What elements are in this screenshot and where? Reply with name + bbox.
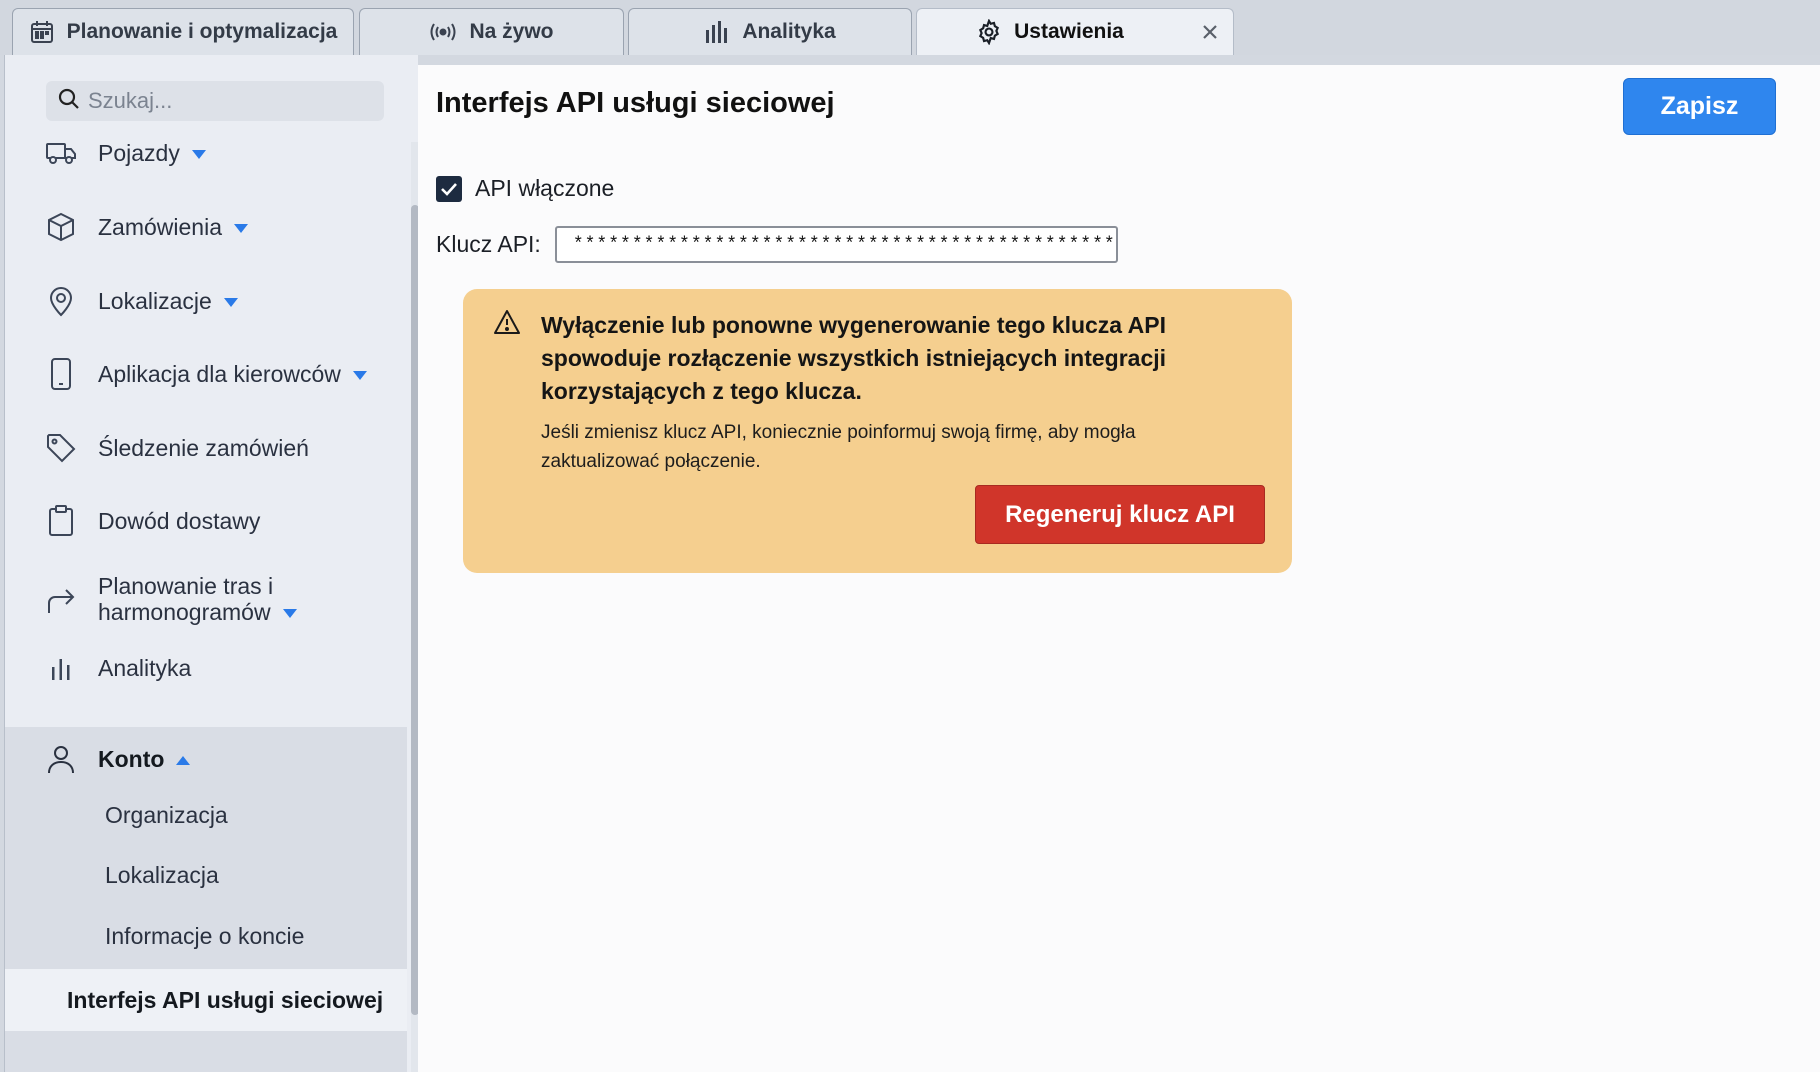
save-button[interactable]: Zapisz xyxy=(1623,78,1776,135)
sidebar-item-route-planning[interactable]: Planowanie tras i harmonogramów xyxy=(5,573,407,625)
sidebar-item-label: Dowód dostawy xyxy=(98,508,261,534)
sidebar-item-label: Konto xyxy=(98,746,165,772)
package-icon xyxy=(45,211,77,243)
gear-icon xyxy=(976,19,1002,45)
tab-planning[interactable]: Planowanie i optymalizacja xyxy=(12,8,354,55)
chevron-up-icon[interactable] xyxy=(176,756,191,766)
close-icon[interactable] xyxy=(1197,19,1223,45)
sidebar: Pojazdy Zamówienia Lokalizacje Aplikacja… xyxy=(4,55,419,1072)
sidebar-item-orders[interactable]: Zamówienia xyxy=(5,211,407,243)
tab-label: Analityka xyxy=(742,20,836,43)
api-enabled-label: API włączone xyxy=(475,175,615,201)
main-panel: Interfejs API usługi sieciowej Zapisz AP… xyxy=(418,65,1820,1072)
sidebar-item-label: Zamówienia xyxy=(98,214,222,240)
search-icon xyxy=(58,88,80,115)
warning-body: Jeśli zmienisz klucz API, koniecznie poi… xyxy=(541,422,1136,472)
warning-triangle-icon xyxy=(493,309,521,340)
sidebar-subitem-location[interactable]: Lokalizacja xyxy=(105,862,219,889)
bar-chart-icon xyxy=(45,652,77,684)
sidebar-item-driver-app[interactable]: Aplikacja dla kierowców xyxy=(5,358,407,390)
chevron-down-icon[interactable] xyxy=(352,371,367,381)
sidebar-item-label: Lokalizacje xyxy=(98,288,212,314)
sidebar-subitem-organization[interactable]: Organizacja xyxy=(105,802,228,829)
chevron-down-icon[interactable] xyxy=(223,298,238,308)
tab-bar: Planowanie i optymalizacja Na żywo Anali… xyxy=(0,0,1820,55)
clipboard-icon xyxy=(45,505,77,537)
regenerate-api-key-button[interactable]: Regeneruj klucz API xyxy=(975,485,1265,544)
broadcast-icon xyxy=(429,21,457,43)
sidebar-item-label-line2: harmonogramów xyxy=(98,599,271,625)
chevron-down-icon[interactable] xyxy=(282,609,297,619)
sidebar-item-label: Analityka xyxy=(98,655,192,681)
sidebar-item-order-tracking[interactable]: Śledzenie zamówień xyxy=(5,432,407,464)
sidebar-item-label: Aplikacja dla kierowców xyxy=(98,361,341,387)
tab-settings[interactable]: Ustawienia xyxy=(916,8,1234,55)
sidebar-item-account[interactable]: Konto xyxy=(5,743,407,775)
tab-label: Ustawienia xyxy=(1014,20,1124,43)
bar-chart-icon xyxy=(704,20,730,44)
chevron-down-icon[interactable] xyxy=(191,150,206,160)
tab-label: Planowanie i optymalizacja xyxy=(66,20,338,43)
api-key-row: Klucz API: xyxy=(436,226,1118,263)
api-key-field[interactable] xyxy=(554,226,1118,263)
api-enabled-row: API włączone xyxy=(436,175,614,202)
api-enabled-checkbox[interactable] xyxy=(436,175,462,202)
sidebar-item-vehicles[interactable]: Pojazdy xyxy=(5,137,407,169)
warning-title: Wyłączenie lub ponowne wygenerowanie teg… xyxy=(541,312,1167,404)
route-arrow-icon xyxy=(45,585,77,617)
sidebar-item-analytics[interactable]: Analityka xyxy=(5,652,407,684)
sidebar-item-proof-of-delivery[interactable]: Dowód dostawy xyxy=(5,505,407,537)
chevron-down-icon[interactable] xyxy=(234,224,248,234)
account-group: Konto Organizacja Lokalizacja Informacje… xyxy=(5,727,407,1072)
sidebar-subitem-web-api[interactable]: Interfejs API usługi sieciowej xyxy=(5,969,407,1031)
sidebar-item-label: Pojazdy xyxy=(98,140,180,166)
sidebar-subitem-account-info[interactable]: Informacje o koncie xyxy=(105,923,304,950)
sidebar-item-locations[interactable]: Lokalizacje xyxy=(5,285,407,317)
calendar-icon xyxy=(29,19,55,45)
user-icon xyxy=(45,743,77,775)
tab-analytics[interactable]: Analityka xyxy=(628,8,912,55)
tab-live[interactable]: Na żywo xyxy=(359,8,624,55)
search-input[interactable] xyxy=(88,88,368,114)
api-key-label: Klucz API: xyxy=(436,231,541,257)
page-title: Interfejs API usługi sieciowej xyxy=(436,87,835,119)
map-pin-icon xyxy=(45,285,77,317)
sidebar-item-label-line1: Planowanie tras i xyxy=(98,573,274,599)
sidebar-item-label: Śledzenie zamówień xyxy=(98,435,309,461)
search-box[interactable] xyxy=(46,81,384,121)
smartphone-icon xyxy=(45,358,77,390)
tag-icon xyxy=(45,432,77,464)
tab-label: Na żywo xyxy=(469,20,554,43)
warning-box: Wyłączenie lub ponowne wygenerowanie teg… xyxy=(463,289,1292,573)
truck-icon xyxy=(45,137,77,169)
